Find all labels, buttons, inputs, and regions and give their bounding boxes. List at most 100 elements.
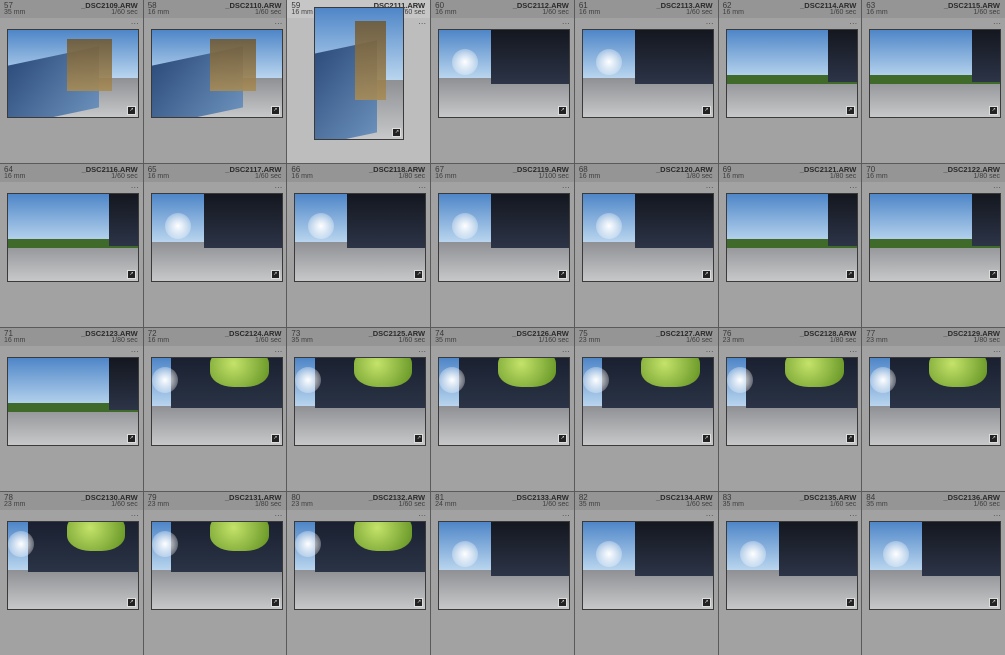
edit-badge-icon[interactable]: ↗	[270, 434, 280, 443]
photo-thumbnail[interactable]: ↗	[725, 521, 858, 610]
photo-thumbnail[interactable]: ↗	[150, 193, 283, 282]
more-options-icon[interactable]: ⋯	[849, 184, 857, 192]
thumbnail-cell[interactable]: 58 _DSC2110.ARW 16 mm 1/60 sec ⋯ ↗	[143, 0, 287, 163]
thumbnail-cell[interactable]: 65 _DSC2117.ARW 16 mm 1/60 sec ⋯ ↗	[143, 164, 287, 327]
photo-thumbnail[interactable]: ↗	[7, 193, 139, 282]
edit-badge-icon[interactable]: ↗	[558, 598, 568, 607]
photo-thumbnail[interactable]: ↗	[7, 357, 139, 446]
more-options-icon[interactable]: ⋯	[849, 20, 857, 28]
photo-thumbnail[interactable]: ↗	[7, 29, 139, 118]
edit-badge-icon[interactable]: ↗	[270, 106, 280, 115]
more-options-icon[interactable]: ⋯	[706, 184, 714, 192]
photo-thumbnail[interactable]: ↗	[581, 521, 714, 610]
more-options-icon[interactable]: ⋯	[562, 348, 570, 356]
more-options-icon[interactable]: ⋯	[993, 348, 1001, 356]
edit-badge-icon[interactable]: ↗	[558, 106, 568, 115]
edit-badge-icon[interactable]: ↗	[989, 598, 999, 607]
more-options-icon[interactable]: ⋯	[131, 20, 139, 28]
edit-badge-icon[interactable]: ↗	[414, 598, 424, 607]
photo-thumbnail[interactable]: ↗	[438, 29, 571, 118]
more-options-icon[interactable]: ⋯	[849, 512, 857, 520]
thumbnail-cell[interactable]: 76 _DSC2128.ARW 23 mm 1/80 sec ⋯ ↗	[718, 328, 862, 491]
edit-badge-icon[interactable]: ↗	[845, 434, 855, 443]
thumbnail-cell[interactable]: 81 _DSC2133.ARW 24 mm 1/60 sec ⋯ ↗	[431, 492, 574, 655]
thumbnail-cell[interactable]: 62 _DSC2114.ARW 16 mm 1/60 sec ⋯ ↗	[718, 0, 862, 163]
thumbnail-cell[interactable]: 71 _DSC2123.ARW 16 mm 1/80 sec ⋯ ↗	[0, 328, 143, 491]
photo-thumbnail[interactable]: ↗	[581, 357, 714, 446]
photo-thumbnail[interactable]: ↗	[869, 29, 1002, 118]
edit-badge-icon[interactable]: ↗	[701, 270, 711, 279]
thumbnail-cell[interactable]: 67 _DSC2119.ARW 16 mm 1/100 sec ⋯ ↗	[431, 164, 574, 327]
edit-badge-icon[interactable]: ↗	[127, 270, 136, 279]
edit-badge-icon[interactable]: ↗	[392, 128, 402, 137]
more-options-icon[interactable]: ⋯	[418, 184, 426, 192]
thumbnail-cell[interactable]: 70 _DSC2122.ARW 16 mm 1/80 sec ⋯ ↗	[862, 164, 1005, 327]
photo-thumbnail[interactable]: ↗	[438, 357, 571, 446]
more-options-icon[interactable]: ⋯	[274, 20, 282, 28]
edit-badge-icon[interactable]: ↗	[127, 434, 136, 443]
thumbnail-cell[interactable]: 82 _DSC2134.ARW 35 mm 1/60 sec ⋯ ↗	[574, 492, 718, 655]
thumbnail-cell[interactable]: 84 _DSC2136.ARW 35 mm 1/60 sec ⋯ ↗	[862, 492, 1005, 655]
thumbnail-cell[interactable]: 61 _DSC2113.ARW 16 mm 1/60 sec ⋯ ↗	[574, 0, 718, 163]
thumbnail-cell[interactable]: 66 _DSC2118.ARW 16 mm 1/80 sec ⋯ ↗	[287, 164, 431, 327]
edit-badge-icon[interactable]: ↗	[414, 434, 424, 443]
thumbnail-cell[interactable]: 78 _DSC2130.ARW 23 mm 1/60 sec ⋯ ↗	[0, 492, 143, 655]
photo-thumbnail[interactable]: ↗	[438, 521, 571, 610]
more-options-icon[interactable]: ⋯	[418, 20, 426, 28]
edit-badge-icon[interactable]: ↗	[845, 270, 855, 279]
photo-thumbnail[interactable]: ↗	[294, 193, 427, 282]
more-options-icon[interactable]: ⋯	[562, 20, 570, 28]
more-options-icon[interactable]: ⋯	[562, 512, 570, 520]
thumbnail-cell[interactable]: 59 _DSC2111.ARW 16 mm 1/60 sec ⋯ ↗	[287, 0, 431, 163]
edit-badge-icon[interactable]: ↗	[270, 598, 280, 607]
photo-thumbnail[interactable]: ↗	[150, 29, 283, 118]
edit-badge-icon[interactable]: ↗	[845, 598, 855, 607]
photo-thumbnail[interactable]: ↗	[581, 29, 714, 118]
thumbnail-cell[interactable]: 74 _DSC2126.ARW 35 mm 1/160 sec ⋯ ↗	[431, 328, 574, 491]
thumbnail-cell[interactable]: 63 _DSC2115.ARW 16 mm 1/60 sec ⋯ ↗	[862, 0, 1005, 163]
thumbnail-cell[interactable]: 79 _DSC2131.ARW 23 mm 1/80 sec ⋯ ↗	[143, 492, 287, 655]
photo-thumbnail[interactable]: ↗	[725, 357, 858, 446]
thumbnail-cell[interactable]: 68 _DSC2120.ARW 16 mm 1/80 sec ⋯ ↗	[574, 164, 718, 327]
more-options-icon[interactable]: ⋯	[706, 512, 714, 520]
photo-thumbnail[interactable]: ↗	[438, 193, 571, 282]
thumbnail-cell[interactable]: 72 _DSC2124.ARW 16 mm 1/60 sec ⋯ ↗	[143, 328, 287, 491]
more-options-icon[interactable]: ⋯	[131, 184, 139, 192]
photo-thumbnail[interactable]: ↗	[869, 521, 1002, 610]
thumbnail-cell[interactable]: 83 _DSC2135.ARW 35 mm 1/60 sec ⋯ ↗	[718, 492, 862, 655]
more-options-icon[interactable]: ⋯	[993, 184, 1001, 192]
edit-badge-icon[interactable]: ↗	[558, 434, 568, 443]
photo-thumbnail[interactable]: ↗	[869, 193, 1002, 282]
edit-badge-icon[interactable]: ↗	[127, 106, 136, 115]
thumbnail-cell[interactable]: 73 _DSC2125.ARW 35 mm 1/60 sec ⋯ ↗	[287, 328, 431, 491]
photo-thumbnail[interactable]: ↗	[294, 521, 427, 610]
thumbnail-cell[interactable]: 75 _DSC2127.ARW 23 mm 1/60 sec ⋯ ↗	[574, 328, 718, 491]
edit-badge-icon[interactable]: ↗	[127, 598, 136, 607]
more-options-icon[interactable]: ⋯	[993, 512, 1001, 520]
more-options-icon[interactable]: ⋯	[849, 348, 857, 356]
more-options-icon[interactable]: ⋯	[418, 512, 426, 520]
more-options-icon[interactable]: ⋯	[131, 348, 139, 356]
edit-badge-icon[interactable]: ↗	[558, 270, 568, 279]
more-options-icon[interactable]: ⋯	[993, 20, 1001, 28]
more-options-icon[interactable]: ⋯	[274, 348, 282, 356]
photo-thumbnail[interactable]: ↗	[725, 193, 858, 282]
thumbnail-cell[interactable]: 80 _DSC2132.ARW 23 mm 1/60 sec ⋯ ↗	[287, 492, 431, 655]
photo-thumbnail[interactable]: ↗	[314, 7, 405, 140]
more-options-icon[interactable]: ⋯	[274, 512, 282, 520]
edit-badge-icon[interactable]: ↗	[701, 434, 711, 443]
photo-thumbnail[interactable]: ↗	[294, 357, 427, 446]
more-options-icon[interactable]: ⋯	[131, 512, 139, 520]
edit-badge-icon[interactable]: ↗	[989, 434, 999, 443]
more-options-icon[interactable]: ⋯	[706, 20, 714, 28]
more-options-icon[interactable]: ⋯	[274, 184, 282, 192]
thumbnail-cell[interactable]: 57 _DSC2109.ARW 35 mm 1/60 sec ⋯ ↗	[0, 0, 143, 163]
photo-thumbnail[interactable]: ↗	[150, 521, 283, 610]
photo-thumbnail[interactable]: ↗	[150, 357, 283, 446]
edit-badge-icon[interactable]: ↗	[845, 106, 855, 115]
thumbnail-cell[interactable]: 64 _DSC2116.ARW 16 mm 1/60 sec ⋯ ↗	[0, 164, 143, 327]
edit-badge-icon[interactable]: ↗	[701, 598, 711, 607]
photo-thumbnail[interactable]: ↗	[725, 29, 858, 118]
edit-badge-icon[interactable]: ↗	[414, 270, 424, 279]
edit-badge-icon[interactable]: ↗	[989, 270, 999, 279]
